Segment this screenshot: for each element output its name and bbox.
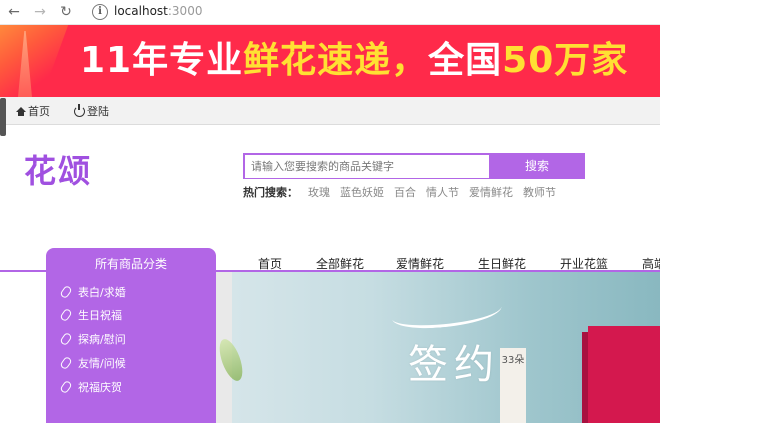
link-icon <box>59 379 73 395</box>
main-nav-item[interactable]: 爱情鲜花 <box>396 255 444 271</box>
home-link-label: 首页 <box>28 105 50 118</box>
main-nav-item[interactable]: 全部鲜花 <box>316 255 364 271</box>
top-navbar: 首页 登陆 <box>0 97 660 125</box>
category-item[interactable]: 探病/慰问 <box>59 331 126 347</box>
address-bar[interactable]: localhost:3000 <box>114 4 202 18</box>
login-link-label: 登陆 <box>87 105 109 118</box>
search-input[interactable] <box>245 155 489 178</box>
category-label: 探病/慰问 <box>78 333 126 346</box>
site-info-icon[interactable]: i <box>92 4 108 20</box>
hot-search-link[interactable]: 玫瑰 <box>308 184 330 200</box>
search-button[interactable]: 搜索 <box>489 153 585 179</box>
side-scroll-handle[interactable] <box>0 98 6 136</box>
banner-headline: 11年专业鲜花速递，全国50万家 <box>80 39 628 83</box>
banner-decoration <box>0 25 72 97</box>
hero-carousel[interactable]: 签约 33朵 <box>216 272 660 423</box>
swoosh-graphic <box>391 294 503 331</box>
banner-part: 全国 <box>428 40 503 81</box>
login-link[interactable]: 登陆 <box>74 103 109 119</box>
hero-title: 签约 <box>408 342 500 388</box>
category-title: 所有商品分类 <box>94 257 167 271</box>
category-label: 生日祝福 <box>78 309 122 322</box>
banner-part: 11年专业 <box>80 40 244 81</box>
banner-part: 鲜花速递， <box>243 40 429 81</box>
product-box-image <box>582 326 660 423</box>
site-logo[interactable]: 花颂 <box>24 146 92 192</box>
link-icon <box>59 355 73 371</box>
hot-searches: 热门搜索： 玫瑰 蓝色妖姬 百合 情人节 爱情鲜花 教师节 <box>243 184 556 200</box>
link-icon <box>59 307 73 323</box>
category-label: 祝福庆贺 <box>78 381 122 394</box>
category-item[interactable]: 生日祝福 <box>59 307 122 323</box>
category-label: 表白/求婚 <box>78 286 126 299</box>
category-panel: 所有商品分类 表白/求婚 生日祝福 探病/慰问 友情/问候 祝福庆贺 <box>46 248 216 423</box>
hot-search-link[interactable]: 百合 <box>394 184 416 200</box>
promo-banner[interactable]: 11年专业鲜花速递，全国50万家 <box>0 25 660 97</box>
hot-search-link[interactable]: 教师节 <box>523 184 556 200</box>
hot-search-link[interactable]: 情人节 <box>426 184 459 200</box>
hero-tag: 33朵 <box>500 348 526 423</box>
hot-search-link[interactable]: 爱情鲜花 <box>469 184 513 200</box>
reload-icon[interactable]: ↻ <box>56 2 76 22</box>
category-item[interactable]: 友情/问候 <box>59 355 126 371</box>
hot-search-link[interactable]: 蓝色妖姬 <box>340 184 384 200</box>
power-icon <box>74 103 85 117</box>
home-icon <box>16 106 26 116</box>
main-nav: 首页 全部鲜花 爱情鲜花 生日鲜花 开业花篮 高端 <box>220 255 660 271</box>
category-item[interactable]: 表白/求婚 <box>59 284 126 300</box>
link-icon <box>59 284 73 300</box>
main-nav-item[interactable]: 首页 <box>258 255 282 271</box>
main-nav-item[interactable]: 高端 <box>642 255 660 271</box>
link-icon <box>59 331 73 347</box>
back-arrow-icon[interactable]: ← <box>4 2 24 22</box>
category-item[interactable]: 祝福庆贺 <box>59 379 122 395</box>
category-label: 友情/问候 <box>78 357 126 370</box>
hot-searches-label: 热门搜索： <box>243 186 298 199</box>
url-port: :3000 <box>167 4 203 18</box>
main-nav-item[interactable]: 生日鲜花 <box>478 255 526 271</box>
home-link[interactable]: 首页 <box>16 103 50 119</box>
url-host: localhost <box>114 4 168 18</box>
banner-part: 50万家 <box>502 40 629 81</box>
main-nav-item[interactable]: 开业花篮 <box>560 255 608 271</box>
page-margin <box>660 0 780 423</box>
search-field-wrapper <box>243 153 489 179</box>
forward-arrow-icon[interactable]: → <box>30 2 50 22</box>
